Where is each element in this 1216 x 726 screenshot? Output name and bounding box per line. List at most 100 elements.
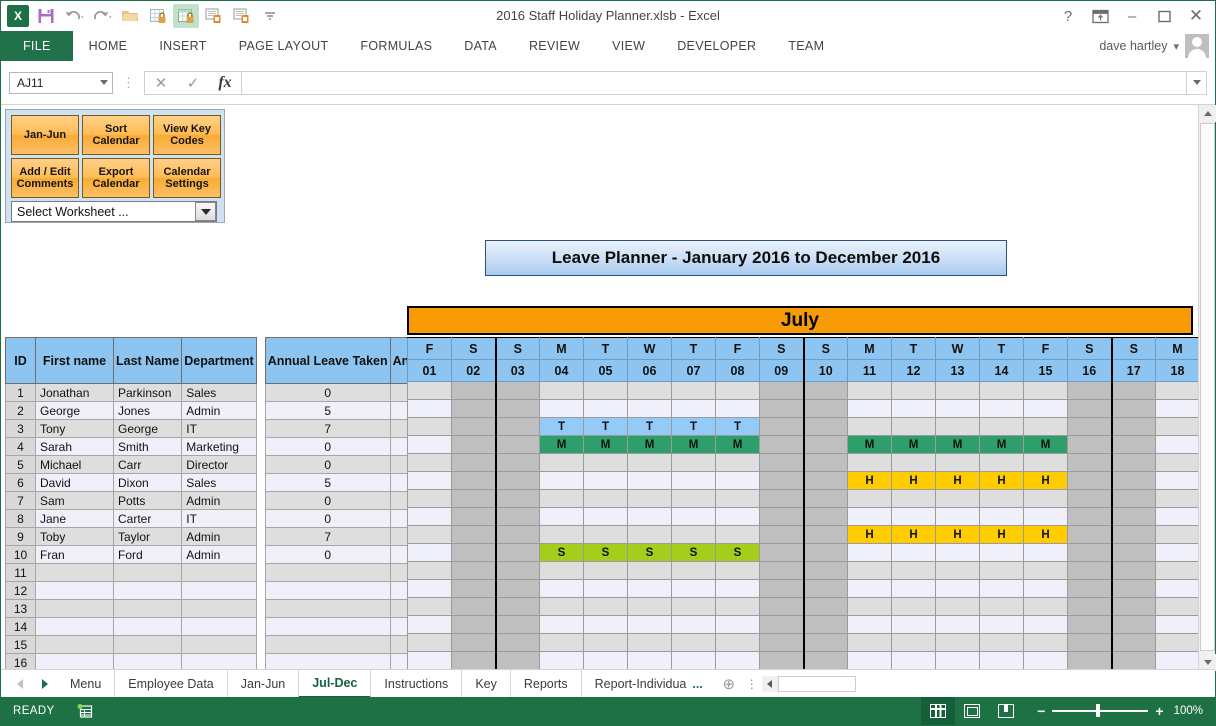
cell-last-name[interactable]: Parkinson [114, 384, 182, 402]
calendar-row[interactable] [408, 616, 1200, 634]
calendar-cell-code-H[interactable]: H [1024, 526, 1068, 544]
calendar-cell[interactable] [1068, 436, 1112, 454]
calendar-cell[interactable] [848, 490, 892, 508]
calendar-cell[interactable] [936, 562, 980, 580]
confirm-icon[interactable]: ✓ [177, 72, 209, 94]
calendar-cell-code-T[interactable]: T [540, 418, 584, 436]
cell-id[interactable]: 12 [6, 582, 36, 600]
calendar-cell[interactable] [980, 580, 1024, 598]
calendar-cell[interactable] [980, 616, 1024, 634]
calendar-cell[interactable] [848, 544, 892, 562]
cell-first-name[interactable]: Jane [36, 510, 114, 528]
calendar-cell[interactable] [1024, 490, 1068, 508]
tab-formulas[interactable]: FORMULAS [344, 31, 448, 61]
export-calendar-button[interactable]: Export Calendar [82, 158, 150, 198]
calendar-cell[interactable] [848, 616, 892, 634]
calendar-cell[interactable] [452, 400, 496, 418]
vertical-scroll-thumb[interactable] [1200, 123, 1215, 651]
calendar-cell-code-M[interactable]: M [936, 436, 980, 454]
calendar-cell[interactable] [452, 418, 496, 436]
cell-leave-taken[interactable]: 7 [265, 528, 390, 546]
calendar-cell[interactable] [936, 418, 980, 436]
expand-formula-bar-icon[interactable] [1187, 71, 1207, 95]
calendar-cell[interactable] [1068, 616, 1112, 634]
next-sheet-icon[interactable] [42, 679, 48, 689]
calendar-cell[interactable] [1068, 418, 1112, 436]
cell-leave-taken[interactable] [265, 636, 390, 654]
calendar-settings-button[interactable]: Calendar Settings [153, 158, 221, 198]
calendar-cell[interactable] [980, 634, 1024, 652]
calendar-cell[interactable] [1024, 454, 1068, 472]
zoom-slider[interactable] [1052, 710, 1148, 712]
calendar-cell[interactable] [980, 544, 1024, 562]
calendar-cell-code-M[interactable]: M [540, 436, 584, 454]
calendar-row[interactable] [408, 634, 1200, 652]
sheet-tab-reports[interactable]: Reports [511, 670, 582, 698]
calendar-cell[interactable] [496, 472, 540, 490]
calendar-cell[interactable] [452, 454, 496, 472]
cell-id[interactable]: 15 [6, 636, 36, 654]
calendar-cell[interactable] [848, 598, 892, 616]
cell-department[interactable]: Admin [182, 492, 256, 510]
calendar-cell[interactable] [672, 652, 716, 670]
calendar-cell-code-H[interactable]: H [936, 526, 980, 544]
calendar-cell[interactable] [892, 544, 936, 562]
calendar-cell[interactable] [452, 616, 496, 634]
minimize-button[interactable]: – [1117, 3, 1147, 29]
calendar-cell[interactable] [760, 562, 804, 580]
calendar-cell[interactable] [628, 490, 672, 508]
calendar-cell[interactable] [804, 562, 848, 580]
cell-last-name[interactable]: George [114, 420, 182, 438]
calendar-cell-code-S[interactable]: S [540, 544, 584, 562]
calendar-row[interactable] [408, 598, 1200, 616]
cell-department[interactable]: Sales [182, 384, 256, 402]
calendar-row[interactable] [408, 400, 1200, 418]
calendar-cell-code-M[interactable]: M [980, 436, 1024, 454]
calendar-cell[interactable] [584, 472, 628, 490]
calendar-cell[interactable] [452, 562, 496, 580]
sheet-tab-jan-jun[interactable]: Jan-Jun [228, 670, 299, 698]
calendar-cell-code-M[interactable]: M [716, 436, 760, 454]
cell-leave-taken[interactable]: 0 [265, 384, 390, 402]
sheet-tab-employee-data[interactable]: Employee Data [115, 670, 227, 698]
cell-department[interactable]: IT [182, 510, 256, 528]
calendar-row[interactable]: SSSSS [408, 544, 1200, 562]
calendar-cell[interactable] [1068, 598, 1112, 616]
save-icon[interactable] [33, 4, 59, 28]
calendar-cell[interactable] [408, 544, 452, 562]
calendar-cell[interactable] [1068, 490, 1112, 508]
cancel-icon[interactable]: ✕ [145, 72, 177, 94]
sheet-tab-jul-dec[interactable]: Jul-Dec [299, 670, 371, 698]
cell-leave-taken[interactable]: 0 [265, 456, 390, 474]
calendar-cell-code-T[interactable]: T [584, 418, 628, 436]
calendar-cell[interactable] [452, 598, 496, 616]
calendar-cell[interactable] [760, 418, 804, 436]
calendar-cell[interactable] [804, 400, 848, 418]
cell-leave-taken[interactable] [265, 600, 390, 618]
calendar-cell[interactable] [848, 634, 892, 652]
chevron-down-icon[interactable] [100, 80, 108, 85]
calendar-cell[interactable] [1068, 472, 1112, 490]
calendar-cell[interactable] [540, 508, 584, 526]
tab-view[interactable]: VIEW [596, 31, 661, 61]
calendar-cell[interactable] [408, 634, 452, 652]
calendar-cell[interactable] [716, 598, 760, 616]
calendar-cell[interactable] [892, 652, 936, 670]
calendar-cell[interactable] [804, 598, 848, 616]
sheet-tab-instructions[interactable]: Instructions [371, 670, 462, 698]
calendar-cell[interactable] [1112, 634, 1156, 652]
col-header-id[interactable]: ID [6, 338, 36, 384]
cell-leave-taken[interactable]: 0 [265, 438, 390, 456]
calendar-cell[interactable] [584, 580, 628, 598]
calendar-cell[interactable] [936, 382, 980, 400]
scroll-up-icon[interactable] [1199, 105, 1216, 122]
calendar-cell[interactable] [672, 472, 716, 490]
calendar-cell[interactable] [716, 652, 760, 670]
cell-first-name[interactable] [36, 600, 114, 618]
calendar-cell[interactable] [980, 562, 1024, 580]
calendar-cell[interactable] [804, 472, 848, 490]
cell-last-name[interactable]: Carr [114, 456, 182, 474]
calendar-cell[interactable] [496, 508, 540, 526]
cell-leave-taken[interactable] [265, 618, 390, 636]
cell-leave-taken[interactable] [265, 582, 390, 600]
